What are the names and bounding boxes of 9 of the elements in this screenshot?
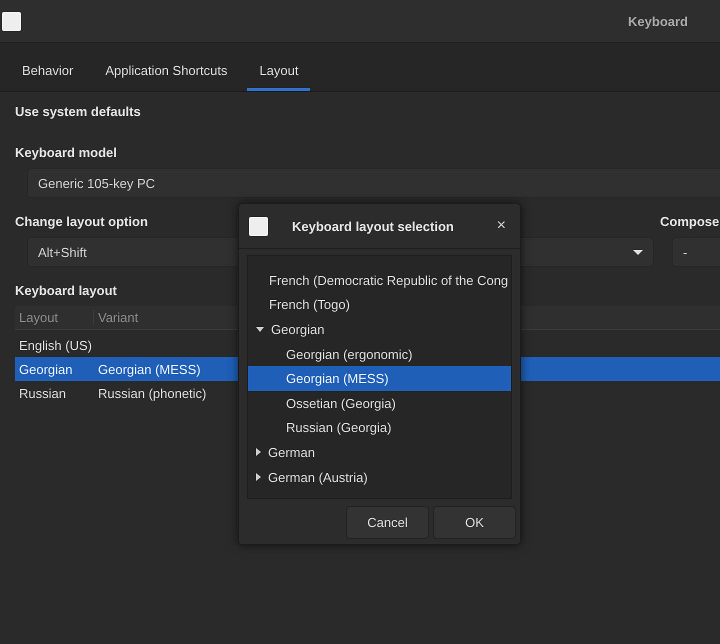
- dialog-title: Keyboard layout selection: [292, 218, 455, 234]
- window-title: Keyboard: [628, 14, 688, 28]
- field-label: Keyboard layout: [15, 283, 118, 298]
- table-cell-text: Georgian: [18, 362, 74, 376]
- field-label: Compose: [660, 214, 720, 229]
- table-cell-text: Georgian (MESS): [97, 362, 201, 376]
- field-label: Change layout option: [15, 214, 148, 229]
- section-label: Use system defaults: [15, 104, 142, 119]
- field-label: Keyboard model: [15, 145, 118, 160]
